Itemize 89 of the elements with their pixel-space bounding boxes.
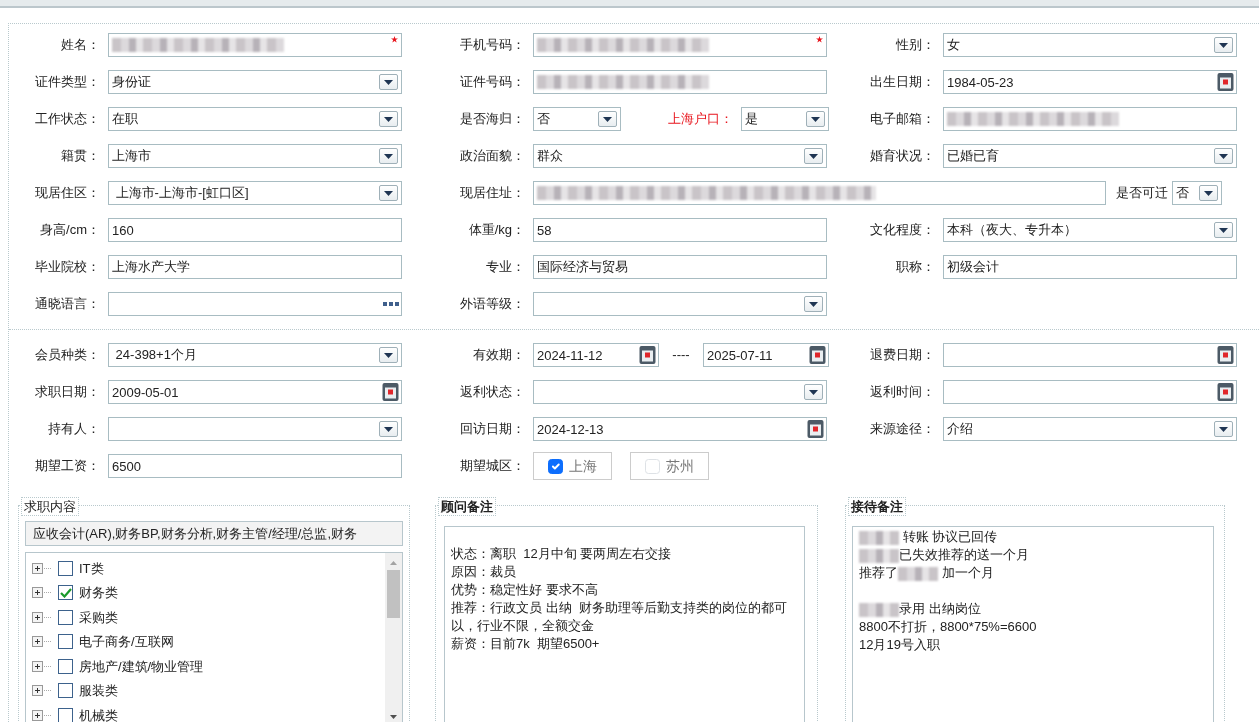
field-label: 姓名： [60,36,101,55]
field-label: 工作状态： [34,110,101,129]
notes-area[interactable]: 状态：离职 12月中旬 要两周左右交接 原因：裁员 优势：稳定性好 要求不高 推荐：行政文员 出纳 财务助理等后勤支持类的岗位的都可以，行业不限，全额交金 薪资：目前7k 期望6500+ [444,526,805,722]
field-label: 上海户口： [667,110,734,129]
field-label: 有效期： [472,346,526,365]
tree-item[interactable]: 服装类 [79,681,118,701]
date-field[interactable]: 1984-05-23 [943,70,1237,94]
select-field[interactable]: 否 [533,107,621,131]
date-field[interactable]: 2024-12-13 [533,417,827,441]
select-field[interactable]: 已婚已育 [943,144,1237,168]
note-text: 优势：稳定性好 要求不高 [451,582,598,597]
note-text: 状态：离职 12月中旬 要两周左右交接 [451,546,672,561]
job-content-field[interactable]: 应收会计(AR),财务BP,财务分析,财务主管/经理/总监,财务 [25,521,403,546]
select-field[interactable]: 女 [943,33,1237,57]
text-field[interactable]: 160 [108,218,402,242]
tree-item[interactable]: IT类 [79,558,104,578]
note-text: 薪资：目前7k 期望6500+ [451,636,600,651]
field-label: 身高/cm： [39,221,101,240]
field-label: 通晓语言： [34,295,101,314]
section-title: 接待备注 [848,497,906,516]
select-field[interactable]: 否 [1172,181,1222,205]
field-label: 退费日期： [869,346,936,365]
text-field[interactable]: 6500 [108,454,402,478]
note-text: 已失效推荐的送一个月 [899,547,1029,562]
note-text: 推荐了 [859,565,898,580]
field-label: 出生日期： [869,73,936,92]
field-label: 证件类型： [34,73,101,92]
select-field[interactable]: 本科（夜大、专升本） [943,218,1237,242]
note-text: 转账 协议已回传 [901,529,998,544]
tree-item[interactable]: 机械类 [79,705,118,722]
text-field[interactable]: 国际经济与贸易 [533,255,827,279]
date-field[interactable]: 2009-05-01 [108,380,402,404]
date-field[interactable]: 2024-11-12 [533,343,659,367]
field-label: 政治面貌： [459,147,526,166]
text-field[interactable]: 上海水产大学 [108,255,402,279]
field-label: 手机号码： [459,36,526,55]
tree-item[interactable]: 电子商务/互联网 [79,632,174,652]
tree-item[interactable]: 采购类 [79,607,118,627]
notes-area[interactable]: 转账 协议已回传 已失效推荐的送一个月 推荐了 加一个月 录用 出纳岗位 8800不打折，8800*75%=6600 12月19号入职 [852,526,1214,722]
select-field[interactable]: 群众 [533,144,827,168]
select-field[interactable]: 是 [741,107,829,131]
field-label: 婚育状况： [869,147,936,166]
tree-item[interactable]: 房地产/建筑/物业管理 [79,656,204,676]
field-label: 体重/kg： [467,221,526,240]
note-text: 原因：裁员 [451,564,516,579]
city-label: 上海 [569,456,597,476]
field-label: 会员种类： [34,346,101,365]
note-text: 录用 出纳岗位 [899,601,981,616]
text-field[interactable]: 58 [533,218,827,242]
select-field[interactable]: 上海市-上海市-[虹口区] [108,181,402,205]
date-field[interactable]: 2025-07-11 [703,343,829,367]
field-label: 现居住址： [459,184,526,203]
tree-item[interactable]: 财务类 [79,583,118,603]
field-label: 期望工资： [34,457,101,476]
field-label: 职称： [895,258,936,277]
field-label: 电子邮箱： [869,110,936,129]
field-label: 持有人： [47,420,101,439]
note-text: 8800不打折，8800*75%=6600 [859,619,1037,634]
field-label: 来源途径： [869,420,936,439]
section-title: 顾问备注 [438,497,496,516]
field-label: 文化程度： [869,221,936,240]
section-title: 求职内容 [21,497,79,516]
field-label: 现居住区： [34,184,101,203]
field-label: 是否可迁 [1115,184,1169,203]
field-label: 毕业院校： [34,258,101,277]
select-field[interactable]: 上海市 [108,144,402,168]
city-toggle[interactable]: 苏州 [630,452,709,480]
city-toggle[interactable]: 上海 [533,452,612,480]
field-label: 回访日期： [459,420,526,439]
note-text: 12月19号入职 [859,637,940,652]
field-label: 性别： [895,36,936,55]
field-label: 专业： [485,258,526,277]
select-field[interactable]: 24-398+1个月 [108,343,402,367]
city-label: 苏州 [666,456,694,476]
text-field[interactable]: 初级会计 [943,255,1237,279]
note-text: 加一个月 [940,565,994,580]
field-label: 证件号码： [459,73,526,92]
field-label: 返利时间： [869,383,936,402]
field-label: 期望城区： [459,457,526,476]
field-label: 外语等级： [459,295,526,314]
select-field[interactable]: 介绍 [943,417,1237,441]
field-label: 求职日期： [34,383,101,402]
field-label: 返利状态： [459,383,526,402]
field-label: 是否海归： [459,110,526,129]
select-field[interactable]: 在职 [108,107,402,131]
field-label: ---- [671,346,691,365]
field-label: 籍贯： [60,147,101,166]
select-field[interactable]: 身份证 [108,70,402,94]
note-text: 推荐：行政文员 出纳 财务助理等后勤支持类的岗位的都可以，行业不限，全额交金 [451,600,787,633]
